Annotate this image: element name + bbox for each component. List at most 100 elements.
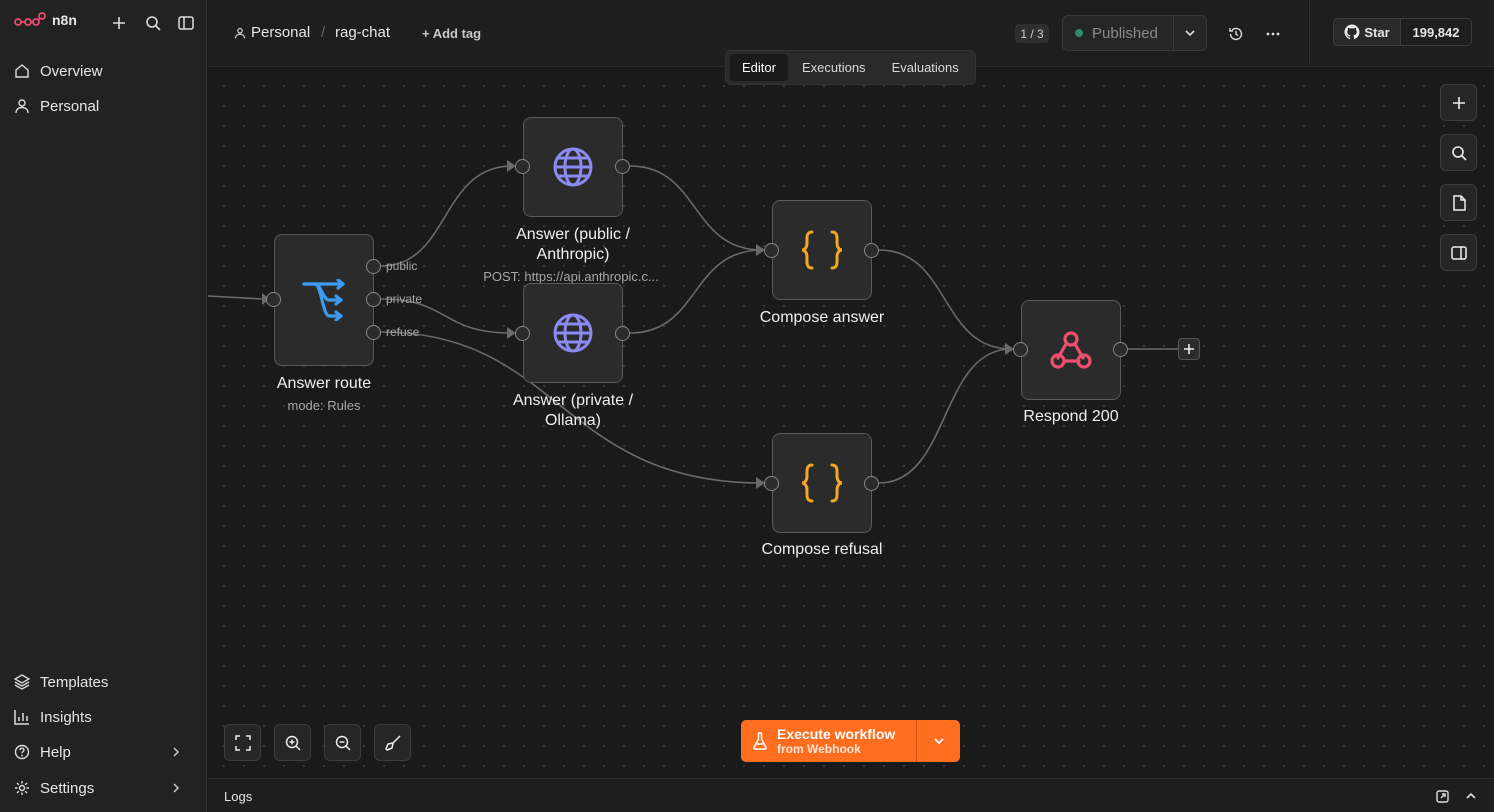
output-label-refuse: refuse [386, 325, 420, 339]
zoom-to-fit-button[interactable] [224, 724, 261, 761]
zoom-in-button[interactable] [274, 724, 311, 761]
webhook-icon [1050, 331, 1092, 369]
output-port[interactable] [615, 159, 630, 174]
globe-icon [553, 147, 593, 187]
collapse-sidebar-button[interactable] [175, 12, 197, 34]
node-respond[interactable] [1021, 300, 1121, 400]
input-port[interactable] [1013, 342, 1028, 357]
input-port[interactable] [764, 476, 779, 491]
flask-icon [753, 732, 767, 750]
sidebar-item-overview[interactable]: Overview [12, 56, 195, 86]
node-compose-refusal[interactable] [772, 433, 872, 533]
insights-icon [14, 710, 29, 725]
sidebar-item-templates[interactable]: Templates [12, 667, 195, 697]
execute-title: Execute workflow [777, 726, 896, 742]
node-compose-answer[interactable] [772, 200, 872, 300]
zoom-in-icon [285, 735, 301, 751]
add-node-panel-button[interactable] [1440, 84, 1477, 121]
output-label-public: public [386, 259, 418, 273]
input-port[interactable] [266, 292, 281, 307]
logs-label: Logs [224, 789, 253, 804]
zoom-out-button[interactable] [324, 724, 361, 761]
add-node-button[interactable] [1178, 338, 1200, 360]
code-braces-icon [801, 230, 843, 270]
output-port-public[interactable] [366, 259, 381, 274]
toggle-panel-button[interactable] [1440, 234, 1477, 271]
publish-group: Published [1062, 15, 1207, 51]
plus-icon [113, 17, 125, 29]
history-icon [1229, 27, 1243, 41]
panel-right-icon [1450, 245, 1467, 260]
output-label-private: private [386, 292, 423, 306]
execute-workflow-group: Execute workflow from Webhook [741, 720, 960, 762]
create-button[interactable] [108, 12, 130, 34]
chevron-right-icon [173, 747, 180, 757]
sidebar-item-personal[interactable]: Personal [12, 91, 195, 121]
node-answer-public[interactable] [523, 117, 623, 217]
execute-dropdown-button[interactable] [917, 720, 960, 762]
logs-panel[interactable]: Logs [208, 778, 1494, 812]
tidy-up-button[interactable] [374, 724, 411, 761]
broom-icon [384, 734, 401, 751]
output-port[interactable] [1113, 342, 1128, 357]
tab-editor[interactable]: Editor [730, 54, 788, 81]
sidebar-item-label: Insights [40, 708, 92, 726]
execute-workflow-button[interactable]: Execute workflow from Webhook [741, 720, 917, 762]
history-button[interactable] [1226, 24, 1246, 44]
pop-out-icon[interactable] [1436, 790, 1449, 803]
gear-icon [15, 781, 29, 795]
view-tabs: Editor Executions Evaluations [725, 50, 976, 85]
sidebar-item-label: Templates [40, 673, 109, 691]
search-icon [1451, 145, 1467, 161]
workflow-canvas[interactable] [208, 68, 1494, 778]
search-button[interactable] [142, 12, 164, 34]
input-port[interactable] [764, 243, 779, 258]
github-star-button[interactable]: Star [1333, 18, 1401, 46]
app-name: n8n [52, 12, 77, 28]
zoom-out-icon [335, 735, 351, 751]
sticky-note-button[interactable] [1440, 184, 1477, 221]
sidebar: n8n Overview Personal Templates Insights… [0, 0, 207, 812]
node-subtitle: mode: Rules [287, 398, 361, 413]
sidebar-item-settings[interactable]: Settings [12, 773, 195, 803]
node-answer-route[interactable] [274, 234, 374, 366]
node-label: Respond 200 [1023, 408, 1119, 425]
node-label: Answer route [276, 375, 372, 392]
search-nodes-button[interactable] [1440, 134, 1477, 171]
chevron-up-icon[interactable] [1465, 792, 1477, 800]
workflow-name[interactable]: rag-chat [335, 24, 390, 41]
sidebar-item-help[interactable]: Help [12, 737, 195, 767]
node-answer-private[interactable] [523, 283, 623, 383]
output-port-refuse[interactable] [366, 325, 381, 340]
github-star-count[interactable]: 199,842 [1400, 18, 1472, 46]
execute-text: Execute workflow from Webhook [777, 726, 895, 756]
input-port[interactable] [515, 326, 530, 341]
node-label-line1: Answer (public / [516, 226, 630, 243]
output-port[interactable] [615, 326, 630, 341]
plus-icon [1452, 96, 1465, 109]
n8n-logo[interactable]: n8n [14, 12, 77, 28]
chevron-right-icon [173, 783, 180, 793]
more-options-button[interactable] [1263, 24, 1283, 44]
tab-executions[interactable]: Executions [790, 54, 878, 81]
publish-dropdown-button[interactable] [1174, 16, 1206, 50]
add-tag-button[interactable]: + Add tag [422, 26, 481, 41]
input-port[interactable] [515, 159, 530, 174]
code-braces-icon [801, 463, 843, 503]
github-icon [1344, 24, 1360, 40]
tab-evaluations[interactable]: Evaluations [880, 54, 971, 81]
sidebar-item-label: Overview [40, 62, 103, 80]
sidebar-item-label: Settings [40, 779, 95, 797]
page-counter: 1 / 3 [1015, 24, 1049, 43]
sidebar-item-label: Personal [40, 97, 100, 115]
ellipsis-icon [1266, 32, 1280, 36]
home-icon [15, 64, 29, 78]
github-star-label: Star [1364, 24, 1390, 40]
output-port[interactable] [864, 243, 879, 258]
output-port[interactable] [864, 476, 879, 491]
publish-button[interactable]: Published [1063, 16, 1174, 50]
breadcrumb-project[interactable]: Personal [234, 24, 310, 41]
output-port-private[interactable] [366, 292, 381, 307]
sidebar-item-insights[interactable]: Insights [12, 702, 195, 732]
publish-label: Published [1092, 24, 1158, 42]
